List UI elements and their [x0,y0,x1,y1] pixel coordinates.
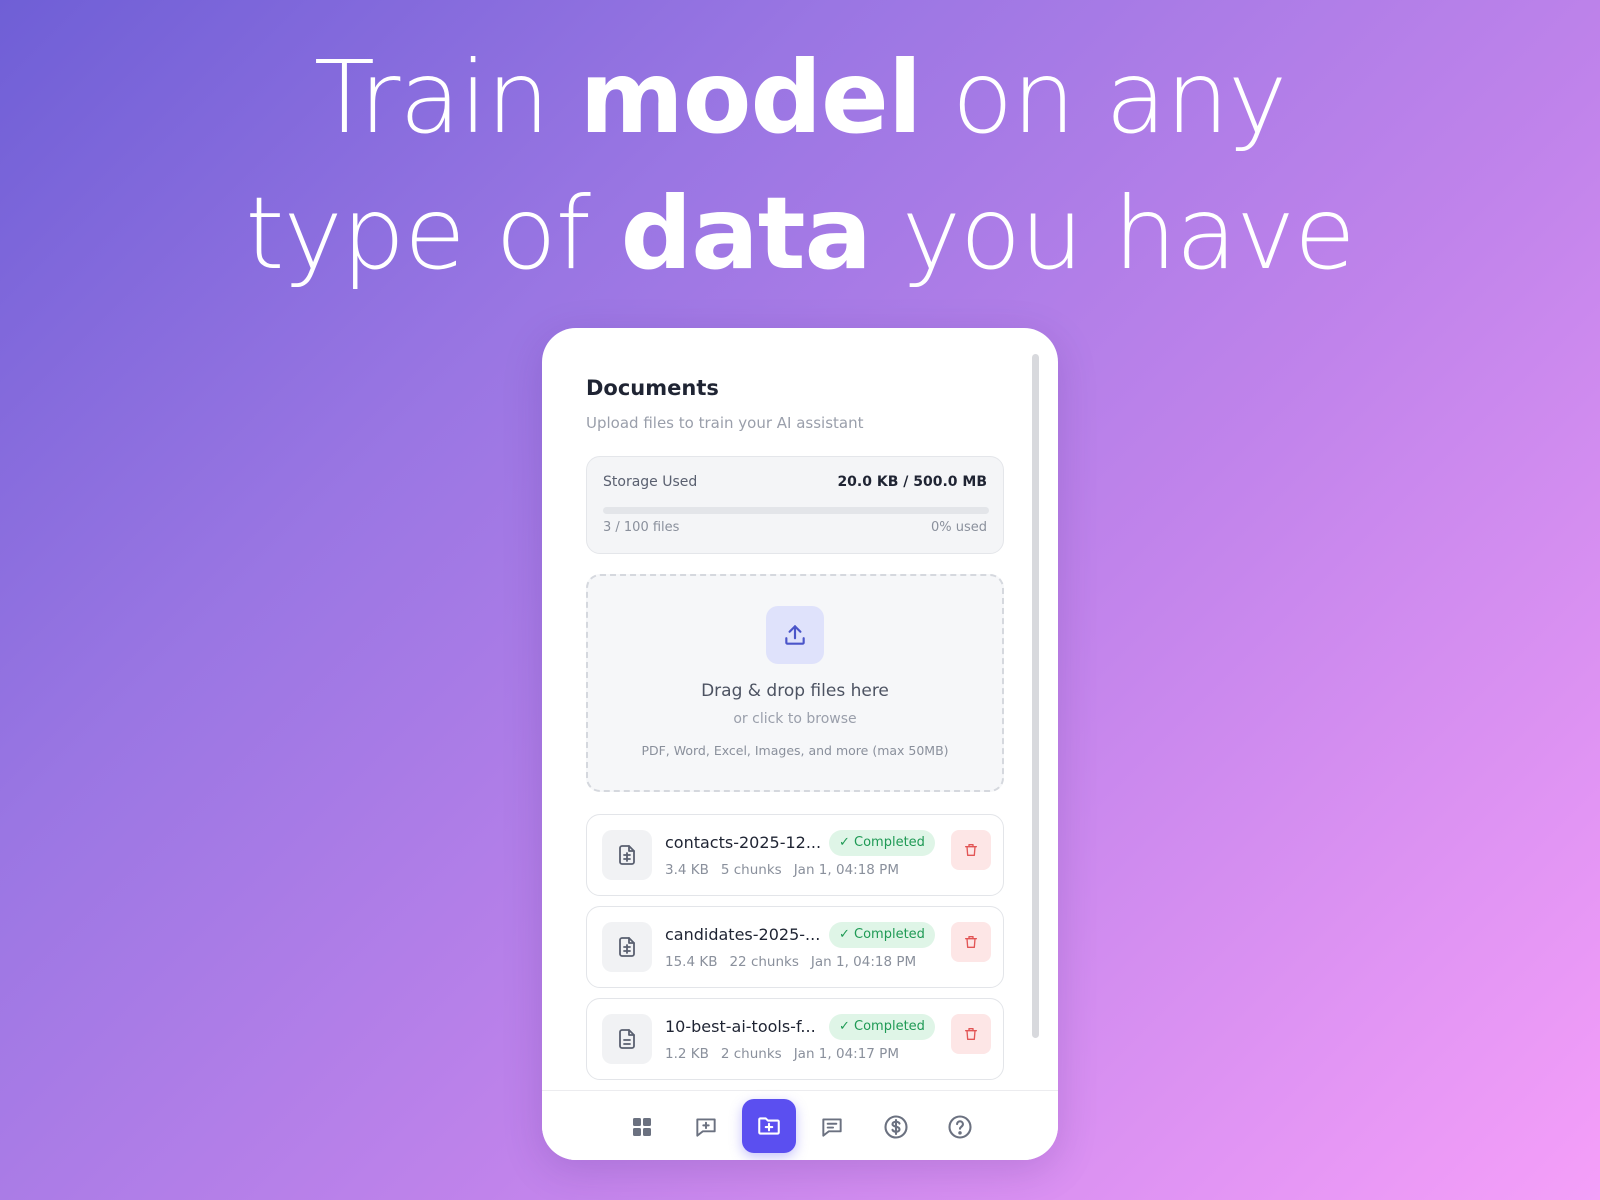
nav-new-chat-button[interactable] [680,1101,732,1153]
page-subtitle: Upload files to train your AI assistant [586,414,864,432]
file-meta: 3.4 KB 5 chunks Jan 1, 04:18 PM [665,862,911,878]
used-percent: 0% used [930,520,987,535]
storage-progress-bar [603,507,989,514]
storage-label: Storage Used [603,474,698,490]
file-name: candidates-2025-... [665,925,821,944]
storage-card: Storage Used 20.0 KB / 500.0 MB 3 / 100 … [586,456,1004,554]
storage-amount: 20.0 KB / 500.0 MB [837,474,987,490]
file-chunks: 2 chunks [720,1046,782,1062]
headline-line-1: Train model on any [0,30,1600,166]
dropzone-title: Drag & drop files here [701,681,889,701]
dollar-circle-icon [884,1115,908,1139]
nav-help-button[interactable] [934,1101,986,1153]
nav-dashboard-button[interactable] [616,1101,668,1153]
file-item[interactable]: 10-best-ai-tools-f... ✓ Completed 1.2 KB… [586,998,1004,1080]
text-file-icon [602,1014,652,1064]
spreadsheet-file-icon [602,830,652,880]
delete-button[interactable] [951,922,991,962]
headline-text: Train [313,39,580,156]
chat-lines-icon [822,1118,842,1137]
file-name: 10-best-ai-tools-f... [665,1017,816,1036]
help-circle-icon [948,1115,972,1139]
file-chunks: 22 chunks [729,954,799,970]
file-date: Jan 1, 04:17 PM [793,1046,899,1062]
file-meta: 15.4 KB 22 chunks Jan 1, 04:18 PM [665,954,928,970]
trash-icon [965,844,977,856]
page-title: Documents [586,376,719,400]
phone-mockup: Documents Upload files to train your AI … [542,328,1058,1160]
headline-emphasis: model [579,39,923,156]
bottom-nav [542,1090,1058,1160]
headline-emphasis: data [620,175,872,292]
headline-text: on any [921,39,1287,156]
status-badge: ✓ Completed [829,1014,935,1040]
file-size: 3.4 KB [665,862,709,878]
folder-plus-icon [758,1117,780,1135]
file-name: contacts-2025-12... [665,833,822,852]
file-item[interactable]: candidates-2025-... ✓ Completed 15.4 KB 2… [586,906,1004,988]
file-date: Jan 1, 04:18 PM [810,954,917,970]
upload-dropzone[interactable]: Drag & drop files here or click to brows… [586,574,1004,792]
file-meta: 1.2 KB 2 chunks Jan 1, 04:17 PM [665,1046,911,1062]
status-badge: ✓ Completed [829,830,935,856]
delete-button[interactable] [951,830,991,870]
browse-link[interactable]: or click to browse [588,711,1002,727]
grid-icon [633,1118,651,1136]
message-plus-icon [696,1118,716,1137]
headline-line-2: type of data you have [0,166,1600,302]
file-size: 15.4 KB [665,954,718,970]
headline-text: type of [245,175,621,292]
headline-text: you have [871,175,1356,292]
status-badge: ✓ Completed [829,922,935,948]
file-item[interactable]: contacts-2025-12... ✓ Completed 3.4 KB 5 … [586,814,1004,896]
hero-headline: Train model on any type of data you have [0,30,1600,302]
scrollbar[interactable] [1032,354,1039,1038]
supported-formats: PDF, Word, Excel, Images, and more (max … [641,743,949,758]
file-count: 3 / 100 files [603,520,680,535]
spreadsheet-file-icon [602,922,652,972]
nav-billing-button[interactable] [870,1101,922,1153]
nav-documents-button[interactable] [742,1099,796,1153]
file-size: 1.2 KB [665,1046,709,1062]
nav-conversations-button[interactable] [806,1101,858,1153]
file-date: Jan 1, 04:18 PM [793,862,899,878]
file-chunks: 5 chunks [720,862,782,878]
delete-button[interactable] [951,1014,991,1054]
trash-icon [965,936,977,948]
trash-icon [965,1028,977,1040]
upload-icon [766,606,824,664]
